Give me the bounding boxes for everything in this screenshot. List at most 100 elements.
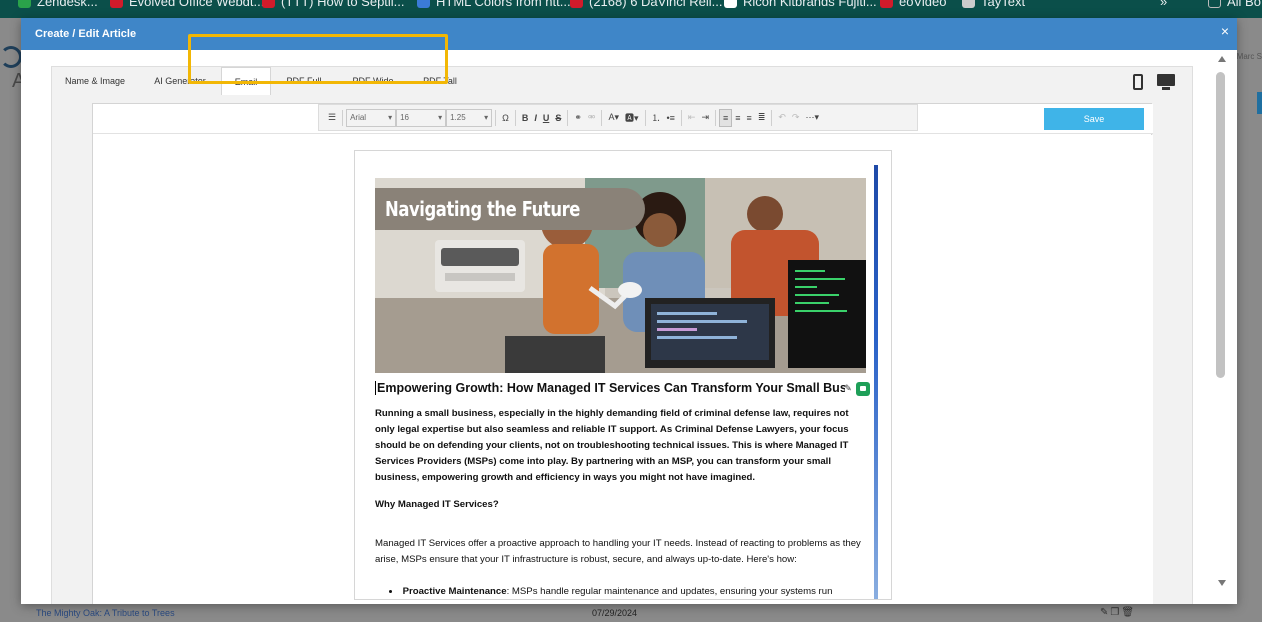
bookmark-item[interactable]: TayText <box>962 0 1025 9</box>
toolbar-separator <box>567 109 569 126</box>
folder-icon <box>1208 0 1221 8</box>
bookmark-item[interactable]: (2168) 6 DaVinci Reli... <box>570 0 722 9</box>
link-icon[interactable]: ⚭ <box>571 109 585 127</box>
align-justify-icon[interactable]: ≣ <box>755 109 769 127</box>
bookmark-favicon-icon <box>18 0 31 8</box>
app-logo-icon <box>0 46 22 68</box>
scrollbar-thumb[interactable] <box>1216 72 1225 378</box>
undo-icon[interactable]: ↶ <box>775 109 789 127</box>
desktop-preview-icon[interactable] <box>1156 73 1176 91</box>
bulleted-list-icon[interactable]: •≡ <box>664 109 678 127</box>
email-scrollbar[interactable] <box>874 165 878 599</box>
article-row-date: 07/29/2024 <box>592 608 638 618</box>
scroll-up-icon[interactable] <box>1218 56 1226 62</box>
paragraph-format-icon[interactable]: ☰ <box>325 109 339 127</box>
font-family-select[interactable]: Arial ▾ <box>346 108 397 127</box>
toolbar-separator <box>342 109 344 126</box>
list-item[interactable]: Proactive Maintenance: MSPs handle regul… <box>389 586 865 597</box>
bold-icon[interactable]: B <box>519 109 532 127</box>
chevron-down-icon: ▾ <box>388 113 393 122</box>
underline-icon[interactable]: U <box>540 109 553 127</box>
mobile-preview-icon[interactable] <box>1128 73 1148 91</box>
bookmark-favicon-icon <box>262 0 275 8</box>
outdent-icon[interactable]: ⇤ <box>685 109 699 127</box>
hero-title: Navigating the Future <box>385 197 581 221</box>
tab-name-image[interactable]: Name & Image <box>56 67 134 94</box>
tab-ai-generator[interactable]: AI Generator <box>142 67 218 94</box>
tab-pdf-tall[interactable]: PDF Tall <box>412 67 468 94</box>
editor: ☰ Arial ▾ 16 ▾ 1.25 ▾ Ω B I U S ⚭ ⚮ A▾ 🅰… <box>92 103 1153 604</box>
bookmark-item[interactable]: (TTT) How to Septil... <box>262 0 405 9</box>
email-preview: Navigating the Future Empowering Growth:… <box>354 150 892 600</box>
align-center-icon[interactable]: ≡ <box>732 109 743 127</box>
strikethrough-icon[interactable]: S <box>552 109 564 127</box>
bookmark-favicon-icon <box>962 0 975 8</box>
row-actions: ✎❐🗑 <box>1100 607 1136 618</box>
trash-icon[interactable]: 🗑 <box>1121 607 1136 618</box>
modal-scrollbar[interactable] <box>1209 50 1237 604</box>
font-size-select[interactable]: 16 ▾ <box>396 108 447 127</box>
scroll-down-icon[interactable] <box>1218 580 1226 586</box>
italic-icon[interactable]: I <box>531 109 540 127</box>
bookmark-favicon-icon <box>880 0 893 8</box>
chevron-down-icon: ▾ <box>438 113 443 122</box>
bookmark-item[interactable]: Zendesk... <box>18 0 98 9</box>
background-button <box>1257 92 1262 114</box>
headline-row: Empowering Growth: How Managed IT Servic… <box>375 381 870 396</box>
email-body[interactable]: Empowering Growth: How Managed IT Servic… <box>375 381 870 597</box>
font-family-value: Arial <box>350 113 367 122</box>
bookmarks-bar: Zendesk... Evolved Office Webdt... (TTT)… <box>0 0 1262 18</box>
tab-panel: Name & Image AI Generator Email PDF Full… <box>51 66 1193 604</box>
section-heading[interactable]: Why Managed IT Services? <box>375 499 865 510</box>
edit-icon[interactable]: ✎ <box>1100 607 1110 618</box>
ai-robot-icon[interactable] <box>856 382 870 396</box>
bookmark-favicon-icon <box>724 0 737 8</box>
pencil-icon[interactable]: ✎ <box>842 382 854 394</box>
toolbar-separator <box>495 109 497 126</box>
special-character-icon[interactable]: Ω <box>499 109 512 127</box>
modal-title: Create / Edit Article <box>35 28 137 40</box>
tab-pdf-wide[interactable]: PDF Wide <box>340 67 406 94</box>
user-name: Marc S <box>1236 52 1262 61</box>
modal-header: Create / Edit Article × <box>21 18 1237 50</box>
line-height-select[interactable]: 1.25 ▾ <box>446 108 493 127</box>
article-row-title[interactable]: The Mighty Oak: A Tribute to Trees <box>36 608 175 618</box>
unlink-icon[interactable]: ⚮ <box>585 109 599 127</box>
bookmark-favicon-icon <box>570 0 583 8</box>
text-color-icon[interactable]: A▾ <box>605 109 622 127</box>
bookmark-item[interactable]: All Bo <box>1208 0 1261 9</box>
hero-title-badge: Navigating the Future <box>375 188 645 230</box>
tab-pdf-full[interactable]: PDF Full <box>274 67 334 94</box>
tab-email[interactable]: Email <box>221 67 271 95</box>
toolbar-separator <box>715 109 717 126</box>
toolbar-separator <box>601 109 603 126</box>
formatting-toolbar: ☰ Arial ▾ 16 ▾ 1.25 ▾ Ω B I U S ⚭ ⚮ A▾ 🅰… <box>318 104 918 131</box>
email-intro[interactable]: Running a small business, especially in … <box>375 406 865 486</box>
redo-icon[interactable]: ↷ <box>789 109 803 127</box>
bullet-text: : MSPs handle regular maintenance and up… <box>506 586 833 597</box>
more-options-icon[interactable]: ⋯▾ <box>802 109 822 127</box>
bookmarks-overflow-chevron-icon[interactable]: » <box>1160 0 1167 9</box>
align-right-icon[interactable]: ≡ <box>744 109 755 127</box>
hero-image: Navigating the Future <box>375 178 866 373</box>
save-button[interactable]: Save <box>1044 108 1144 130</box>
email-paragraph[interactable]: Managed IT Services offer a proactive ap… <box>375 536 865 568</box>
align-left-icon[interactable]: ≡ <box>719 108 733 127</box>
editor-top-bar: ☰ Arial ▾ 16 ▾ 1.25 ▾ Ω B I U S ⚭ ⚮ A▾ 🅰… <box>93 104 1153 134</box>
chevron-down-icon: ▾ <box>484 113 489 122</box>
headline-tools: ✎ <box>842 382 870 396</box>
numbered-list-icon[interactable]: ⒈ <box>649 109 664 127</box>
indent-icon[interactable]: ⇥ <box>698 109 712 127</box>
copy-icon[interactable]: ❐ <box>1110 607 1121 618</box>
bookmark-item[interactable]: HTML Colors from htt... <box>417 0 571 9</box>
bookmark-item[interactable]: Ricoh Kitbrands Fujiti... <box>724 0 877 9</box>
background-color-icon[interactable]: 🅰▾ <box>622 109 642 127</box>
article-modal: Create / Edit Article × Name & Image AI … <box>21 18 1237 604</box>
email-headline[interactable]: Empowering Growth: How Managed IT Servic… <box>375 381 845 395</box>
bookmark-favicon-icon <box>417 0 430 8</box>
close-icon[interactable]: × <box>1221 24 1229 38</box>
toolbar-separator <box>771 109 773 126</box>
bookmark-item[interactable]: Evolved Office Webdt... <box>110 0 264 9</box>
email-canvas: Navigating the Future Empowering Growth:… <box>93 135 1153 604</box>
bookmark-item[interactable]: eoVideo <box>880 0 946 9</box>
